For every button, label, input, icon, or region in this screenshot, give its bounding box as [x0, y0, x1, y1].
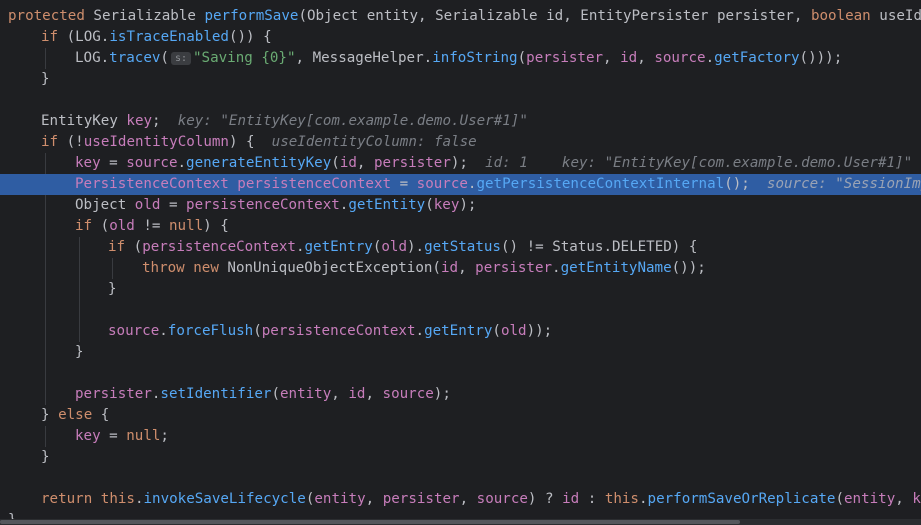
code-line[interactable]: LOG.tracev(s: "Saving {0}", MessageHelper… [0, 48, 921, 69]
code-line[interactable] [0, 300, 921, 321]
code-line[interactable]: } [0, 69, 921, 90]
code-line[interactable]: EntityKey key; key: "EntityKey[com.examp… [0, 111, 921, 132]
code-line[interactable]: protected Serializable performSave(Objec… [0, 6, 921, 27]
current-execution-line[interactable]: PersistenceContext persistenceContext = … [0, 174, 921, 195]
code-line[interactable] [0, 363, 921, 384]
scrollbar-thumb[interactable] [0, 520, 740, 524]
code-line[interactable]: throw new NonUniqueObjectException(id, p… [0, 258, 921, 279]
code-line[interactable]: if (LOG.isTraceEnabled()) { [0, 27, 921, 48]
code-line[interactable]: persister.setIdentifier(entity, id, sour… [0, 384, 921, 405]
code-line[interactable]: Object old = persistenceContext.getEntit… [0, 195, 921, 216]
code-line[interactable]: if (!useIdentityColumn) { useIdentityCol… [0, 132, 921, 153]
code-line[interactable]: return this.invokeSaveLifecycle(entity, … [0, 489, 921, 510]
code-line[interactable]: } [0, 447, 921, 468]
code-editor[interactable]: protected Serializable performSave(Objec… [0, 0, 921, 525]
horizontal-scrollbar[interactable] [0, 519, 921, 525]
inline-debug-value: key: "EntityKey[com.example.demo.User#1]… [177, 113, 528, 129]
inline-debug-value: source: "SessionImpl(" [766, 176, 921, 192]
code-line[interactable]: } else { [0, 405, 921, 426]
code-line[interactable]: } [0, 279, 921, 300]
code-line[interactable]: source.forceFlush(persistenceContext.get… [0, 321, 921, 342]
code-line[interactable]: key = null; [0, 426, 921, 447]
inline-debug-value: useIdentityColumn: false [271, 134, 477, 150]
code-line[interactable]: } [0, 342, 921, 363]
parameter-hint-badge: s: [170, 52, 192, 65]
code-line[interactable]: if (persistenceContext.getEntry(old).get… [0, 237, 921, 258]
code-line[interactable]: key = source.generateEntityKey(id, persi… [0, 153, 921, 174]
inline-debug-value: id: 1 key: "EntityKey[com.example.demo.U… [485, 155, 913, 171]
code-line[interactable]: if (old != null) { [0, 216, 921, 237]
